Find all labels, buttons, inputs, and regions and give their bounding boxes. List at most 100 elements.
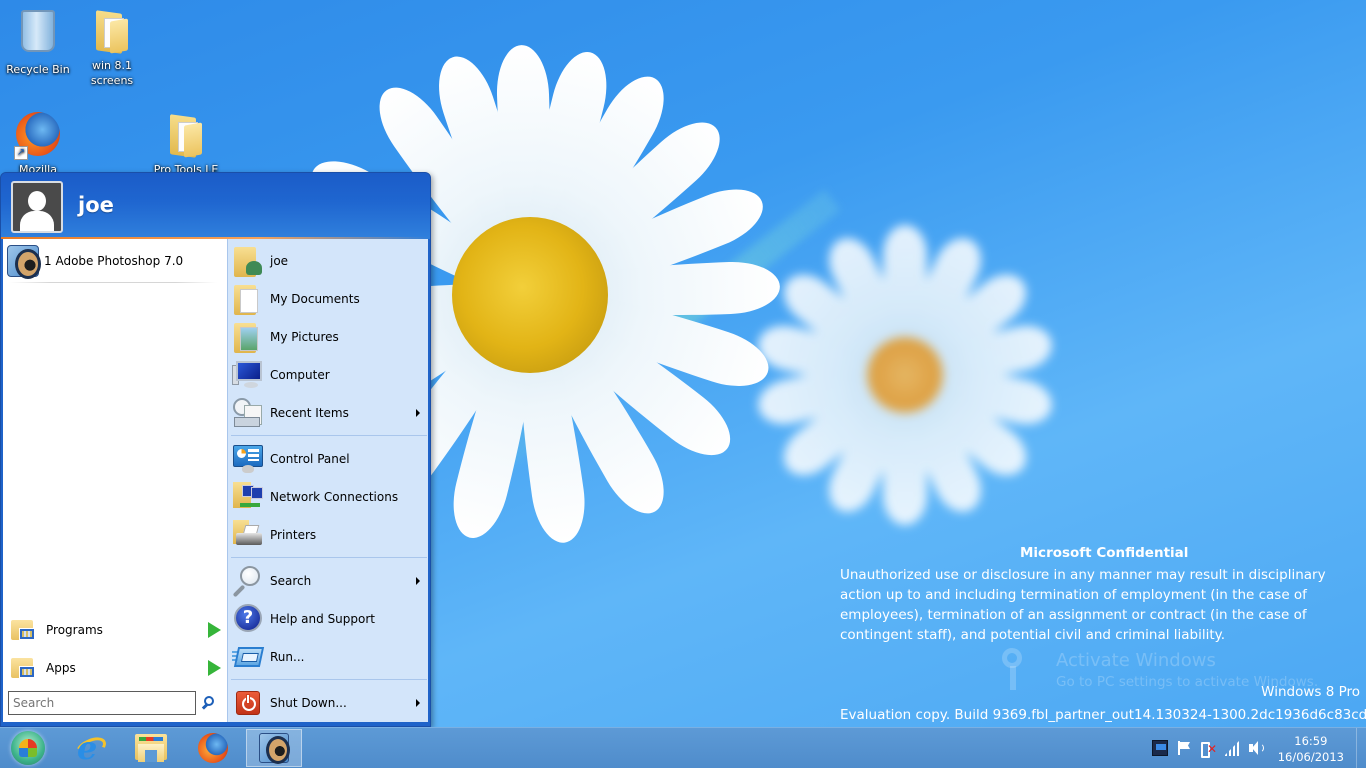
menu-item-help-and-support[interactable]: ? Help and Support: [232, 601, 426, 637]
menu-item-my-pictures[interactable]: My Pictures: [232, 319, 426, 355]
menu-item-label: Control Panel: [270, 452, 350, 466]
menu-separator: [231, 679, 427, 680]
menu-item-label: My Documents: [270, 292, 360, 306]
menu-item-label: Computer: [270, 368, 330, 382]
internet-explorer-icon: e: [72, 731, 110, 765]
submenu-arrow-icon: [416, 577, 420, 585]
search-button[interactable]: [200, 695, 216, 711]
menu-item-label: Network Connections: [270, 490, 399, 504]
menu-item-computer[interactable]: Computer: [232, 357, 426, 393]
computer-icon: [232, 359, 264, 391]
control-panel-icon: [232, 443, 264, 475]
shutdown-icon: [232, 687, 264, 719]
pictures-folder-icon: [232, 321, 264, 353]
apps-label: Apps: [46, 661, 76, 675]
clock[interactable]: 16:59 16/06/2013: [1278, 733, 1344, 765]
key-icon: [1000, 646, 1050, 694]
shortcut-arrow-icon: ↗: [14, 146, 28, 160]
menu-item-label: Search: [270, 574, 312, 588]
programs-label: Programs: [46, 623, 103, 637]
desktop-icon-label: Recycle Bin: [6, 63, 70, 76]
desktop-icon-label: screens: [90, 74, 134, 87]
menu-item-control-panel[interactable]: Control Panel: [232, 441, 426, 477]
recycle-bin-icon: [21, 10, 55, 52]
menu-item-label: Help and Support: [270, 612, 375, 626]
build-string: Evaluation copy. Build 9369.fbl_partner_…: [840, 707, 1366, 723]
taskbar-file-explorer[interactable]: [123, 729, 179, 767]
network-signal-icon[interactable]: [1224, 740, 1240, 756]
firefox-icon: [198, 733, 228, 763]
confidential-notice: Unauthorized use or disclosure in any ma…: [840, 567, 1326, 643]
confidential-title: Microsoft Confidential: [1020, 545, 1189, 561]
menu-item-search[interactable]: Search: [232, 563, 426, 599]
show-desktop-button[interactable]: [1356, 728, 1366, 768]
action-center-icon[interactable]: [1152, 740, 1168, 756]
menu-separator: [231, 435, 427, 436]
desktop-icon-pro-tools[interactable]: Pro Tools LE: [148, 110, 224, 177]
start-search-input[interactable]: [8, 691, 196, 715]
menu-item-my-documents[interactable]: My Documents: [232, 281, 426, 317]
pinned-item-label: 1 Adobe Photoshop 7.0: [44, 254, 184, 268]
submenu-arrow-icon: [416, 699, 420, 707]
menu-item-label: My Pictures: [270, 330, 339, 344]
user-folder-icon: [232, 245, 264, 277]
pinned-separator: [9, 282, 217, 283]
menu-item-label: Recent Items: [270, 406, 349, 420]
folder-icon: [170, 114, 202, 158]
menu-item-label: Shut Down...: [270, 696, 347, 710]
menu-separator: [231, 557, 427, 558]
photoshop-icon: [259, 733, 290, 764]
desktop-icon-label: win 8.1: [91, 59, 132, 72]
menu-item-joe[interactable]: joe: [232, 243, 426, 279]
submenu-arrow-icon: [416, 409, 420, 417]
taskbar-internet-explorer[interactable]: e: [62, 729, 118, 767]
pinned-item-photoshop[interactable]: 1 Adobe Photoshop 7.0: [7, 243, 215, 279]
clock-date: 16/06/2013: [1277, 750, 1344, 764]
clock-time: 16:59: [1294, 734, 1328, 748]
run-icon: [232, 641, 265, 673]
user-avatar[interactable]: [11, 181, 63, 233]
menu-item-printers[interactable]: Printers: [232, 517, 426, 553]
documents-folder-icon: [232, 283, 264, 315]
desktop-icon-recycle-bin[interactable]: Recycle Bin: [0, 6, 76, 77]
taskbar-firefox[interactable]: [185, 729, 241, 767]
expand-arrow-icon: [208, 660, 221, 676]
apps-menu-item[interactable]: Apps: [11, 653, 223, 683]
search-icon: [232, 565, 264, 598]
expand-arrow-icon: [208, 622, 221, 638]
folder-icon: [96, 10, 128, 54]
username: joe: [78, 193, 114, 217]
start-menu-right-pane: joe My Documents My Pictures Computer Re…: [227, 239, 428, 722]
menu-item-network-connections[interactable]: Network Connections: [232, 479, 426, 515]
start-button[interactable]: [0, 729, 56, 767]
menu-item-label: Run...: [270, 650, 305, 664]
network-connections-icon: [232, 481, 264, 513]
apps-folder-icon: [11, 656, 37, 680]
recent-items-icon: [232, 397, 264, 429]
photoshop-icon: [7, 245, 41, 279]
menu-item-recent-items[interactable]: Recent Items: [232, 395, 426, 431]
desktop-icon-mozilla[interactable]: ↗ Mozilla: [0, 110, 76, 177]
activate-title: Activate Windows: [1056, 650, 1216, 671]
printer-icon: [232, 519, 264, 551]
taskbar: e 16:59 16/06/2013: [0, 727, 1366, 768]
menu-item-label: joe: [270, 254, 289, 268]
flag-icon[interactable]: [1176, 740, 1192, 756]
file-explorer-icon: [135, 734, 167, 762]
programs-menu-item[interactable]: Programs: [11, 615, 223, 645]
volume-icon[interactable]: [1248, 740, 1264, 756]
power-icon[interactable]: [1200, 740, 1217, 758]
flower-center: [867, 337, 943, 413]
help-icon: ?: [232, 603, 264, 635]
windows-edition: Windows 8 Pro: [1261, 684, 1360, 700]
start-menu-left-pane: 1 Adobe Photoshop 7.0 Programs Apps: [3, 239, 227, 722]
menu-item-run[interactable]: Run...: [232, 639, 426, 675]
start-menu: joe 1 Adobe Photoshop 7.0 Programs Apps …: [0, 172, 431, 727]
menu-item-shut-down[interactable]: Shut Down...: [232, 685, 426, 721]
programs-folder-icon: [11, 618, 37, 642]
taskbar-photoshop[interactable]: [246, 729, 302, 767]
menu-item-label: Printers: [270, 528, 317, 542]
start-menu-header: joe: [1, 173, 430, 237]
start-orb-icon: [11, 731, 45, 765]
desktop-icon-win81-screens[interactable]: win 8.1 screens: [74, 6, 150, 88]
